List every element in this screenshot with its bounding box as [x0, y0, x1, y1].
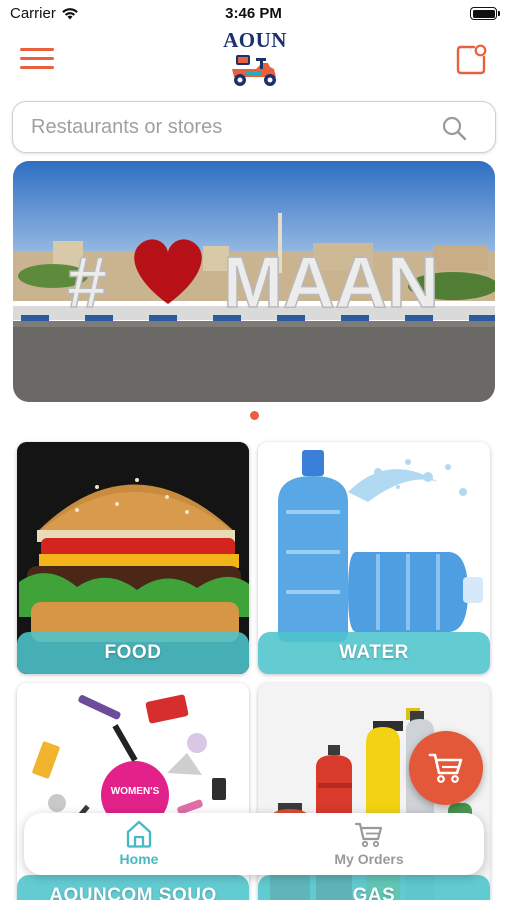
tab-my-orders[interactable]: My Orders	[254, 813, 484, 875]
battery-icon	[470, 7, 500, 20]
tab-label: My Orders	[334, 851, 404, 867]
status-bar: Carrier 3:46 PM	[0, 0, 507, 28]
souq-badge-text: WOMEN'S	[111, 786, 160, 797]
floating-cart-button[interactable]	[409, 731, 483, 805]
banner-image: # MAAN	[13, 161, 495, 402]
hamburger-menu-icon[interactable]	[20, 46, 56, 72]
search-icon[interactable]	[441, 115, 467, 141]
logo-text: AOUN	[223, 28, 287, 52]
svg-text:MAAN: MAAN	[223, 243, 439, 323]
category-label: FOOD	[17, 632, 249, 674]
promo-banner[interactable]: # MAAN	[13, 161, 495, 402]
category-food[interactable]: FOOD	[17, 442, 249, 674]
svg-text:#: #	[67, 243, 107, 323]
app-logo: AOUN	[215, 28, 295, 92]
tab-label: Home	[119, 851, 159, 867]
bottom-tab-bar: Home My Orders	[24, 813, 484, 875]
tab-home[interactable]: Home	[24, 813, 254, 875]
category-label: AOUNCOM SOUQ	[17, 875, 249, 900]
chat-notification-icon[interactable]	[455, 44, 487, 76]
carousel-pager-dot[interactable]	[250, 411, 259, 420]
category-label: GAS	[258, 875, 490, 900]
search-bar	[12, 101, 496, 153]
cart-icon	[354, 822, 383, 848]
cart-icon	[428, 753, 463, 783]
status-time: 3:46 PM	[225, 5, 282, 22]
delivery-scooter-icon	[232, 55, 276, 86]
home-icon	[126, 820, 152, 848]
category-label: WATER	[258, 632, 490, 674]
category-water[interactable]: WATER	[258, 442, 490, 674]
search-input[interactable]	[31, 112, 431, 142]
